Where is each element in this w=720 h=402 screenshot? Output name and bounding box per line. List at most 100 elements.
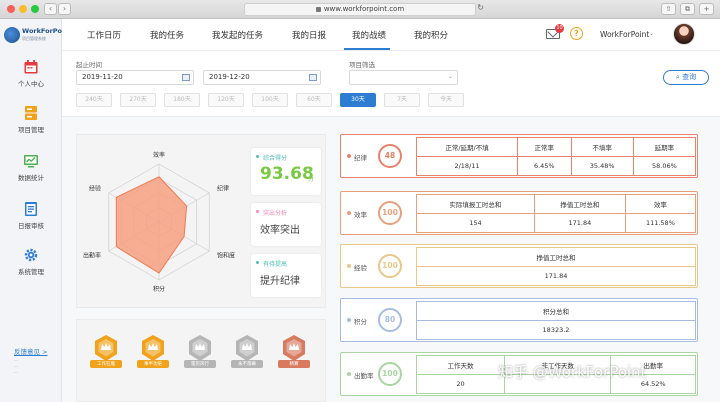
calendar-icon [24, 60, 38, 74]
medal-label: 永不落幕 [231, 360, 263, 368]
sidebar-item-projects[interactable]: 项目管理 [0, 105, 62, 134]
tab-points[interactable]: 我的积分 [414, 29, 448, 41]
table-cell: 154 [416, 213, 535, 233]
overall-score-label: 综合得分 [263, 155, 288, 162]
metric-dot-icon [347, 211, 351, 215]
version-info: ··· ··· ··· [14, 358, 18, 375]
strength-label: 突出分析 [263, 210, 288, 217]
reload-icon[interactable]: ↻ [477, 3, 484, 12]
lock-icon [315, 6, 321, 12]
radar-axis-label: 经验 [89, 185, 101, 193]
table-row: 挣值工时总和 [416, 247, 696, 267]
forward-icon[interactable]: › [58, 3, 71, 15]
new-tab-icon[interactable]: + [699, 3, 714, 15]
search-button[interactable]: ⌕ 查询 [663, 70, 709, 85]
metric-score-ring: 100 [378, 254, 402, 278]
radar-axis-label: 出勤率 [83, 252, 101, 260]
gear-icon [24, 248, 38, 262]
watermark: 知乎 @WorkForPoint [498, 363, 647, 381]
overall-score-unit: 分 [308, 176, 315, 183]
sidebar-item-system[interactable]: 系统管理 [0, 247, 62, 276]
logo[interactable]: WorkForPoint 项目管理系统 [4, 25, 72, 47]
sidebar-item-review[interactable]: 日报审核 [0, 201, 62, 230]
chevron-down-icon: ⌄ [447, 73, 453, 80]
improve-value: 提升纪律 [260, 276, 300, 287]
main-content: 起止时间 2019-11-20 2019-12-20 项目筛选 ⌄ ⌕ 查询 2… [62, 51, 720, 402]
maximize-window-icon[interactable] [31, 5, 39, 13]
sidebar-item-label: 系统管理 [18, 268, 44, 276]
table-row: 正常/延期/不填 正常率 不填率 延期率 [415, 137, 697, 157]
table-header-cell: 挣值工时总和 [533, 194, 626, 214]
strength-card: 突出分析 效率突出 [251, 203, 321, 246]
metric-table: 实际填报工时总和 挣值工时总和 效率 154 171.84 111.58% [416, 194, 697, 233]
period-chip[interactable]: 7天 [384, 93, 420, 107]
table-header-cell: 积分总和 [416, 301, 696, 321]
metric-dot-icon [347, 372, 351, 376]
avatar[interactable] [673, 23, 695, 45]
table-row: 2/18/11 6.45% 35.48% 58.06% [415, 156, 697, 176]
top-nav: 工作日历 我的任务 我发起的任务 我的日报 我的战绩 我的积分 10 ? Wor… [62, 19, 720, 51]
period-chip[interactable]: 240天 [76, 93, 112, 107]
period-chip[interactable]: 270天 [120, 93, 156, 107]
table-cell: 171.84 [533, 213, 626, 233]
table-row: 154 171.84 111.58% [416, 213, 697, 233]
end-date-value: 2019-12-20 [209, 73, 250, 81]
user-name[interactable]: WorkForPoint [600, 30, 649, 39]
tab-my-tasks[interactable]: 我的任务 [150, 29, 184, 41]
calendar-picker-icon[interactable] [182, 74, 190, 81]
start-date-field[interactable]: 2019-11-20 [76, 70, 194, 85]
table-row: 171.84 [416, 266, 696, 286]
metric-name: 纪律 [354, 154, 367, 162]
period-chip[interactable]: 今天 [428, 93, 464, 107]
share-icon[interactable]: ⇧ [661, 3, 676, 15]
metric-name: 经验 [354, 264, 367, 272]
period-chip[interactable]: 60天 [296, 93, 332, 107]
minimize-window-icon[interactable] [19, 5, 27, 13]
chevron-down-icon[interactable]: ⌄ [649, 30, 654, 37]
radar-axis-label: 效率 [153, 151, 165, 159]
table-header-cell: 实际填报工时总和 [416, 194, 535, 214]
tab-daily-report[interactable]: 我的日报 [292, 29, 326, 41]
search-button-label: 查询 [682, 73, 697, 81]
notification-badge: 10 [555, 24, 564, 33]
metric-dot-icon [347, 318, 351, 322]
calendar-picker-icon[interactable] [309, 74, 317, 81]
table-row: 18323.2 [416, 320, 696, 340]
tab-created-tasks[interactable]: 我发起的任务 [212, 29, 263, 41]
help-icon[interactable]: ? [570, 27, 583, 40]
radar-axis-label: 积分 [153, 285, 165, 293]
period-chip[interactable]: 180天 [164, 93, 200, 107]
back-icon[interactable]: ‹ [44, 3, 57, 15]
strength-value: 效率突出 [260, 225, 300, 236]
metric-name: 效率 [354, 211, 367, 219]
period-chip[interactable]: 30天 [340, 93, 376, 107]
improve-card: 有待提高 提升纪律 [251, 254, 321, 297]
table-cell: 6.45% [517, 156, 572, 176]
report-icon [25, 202, 37, 216]
metric-card: 纪律 48 正常/延期/不填 正常率 不填率 延期率 2/18/11 6.45% 35.48% 5… [340, 134, 698, 178]
tabs-icon[interactable]: ⧉ [680, 3, 695, 15]
end-date-field[interactable]: 2019-12-20 [203, 70, 321, 85]
period-chip[interactable]: 100天 [252, 93, 288, 107]
address-bar[interactable]: www.workforpoint.com [244, 3, 476, 16]
sidebar-item-statistics[interactable]: 数据统计 [0, 153, 62, 182]
chart-icon [24, 155, 38, 168]
tab-achievements[interactable]: 我的战绩 [352, 29, 386, 41]
period-chip[interactable]: 120天 [208, 93, 244, 107]
medal-label: 雷厉风行 [184, 360, 216, 368]
sidebar-item-label: 项目管理 [18, 126, 44, 134]
start-date-value: 2019-11-20 [82, 73, 123, 81]
feedback-link[interactable]: 反馈意见 > [14, 346, 48, 356]
sidebar-item-personal[interactable]: 个人中心 [0, 59, 62, 88]
overall-score-card: 综合得分 93.68 分 [251, 148, 321, 195]
tab-calendar[interactable]: 工作日历 [87, 29, 121, 41]
project-select[interactable]: ⌄ [349, 70, 458, 85]
medal-label: 事半功倍 [137, 360, 169, 368]
table-row: 积分总和 [416, 301, 696, 321]
radar-axis-label: 纪律 [217, 185, 229, 193]
score-dot-icon [256, 155, 259, 158]
url-text: www.workforpoint.com [323, 5, 405, 13]
strength-dot-icon [256, 210, 259, 213]
sidebar-item-label: 数据统计 [18, 174, 44, 182]
close-window-icon[interactable] [7, 5, 15, 13]
